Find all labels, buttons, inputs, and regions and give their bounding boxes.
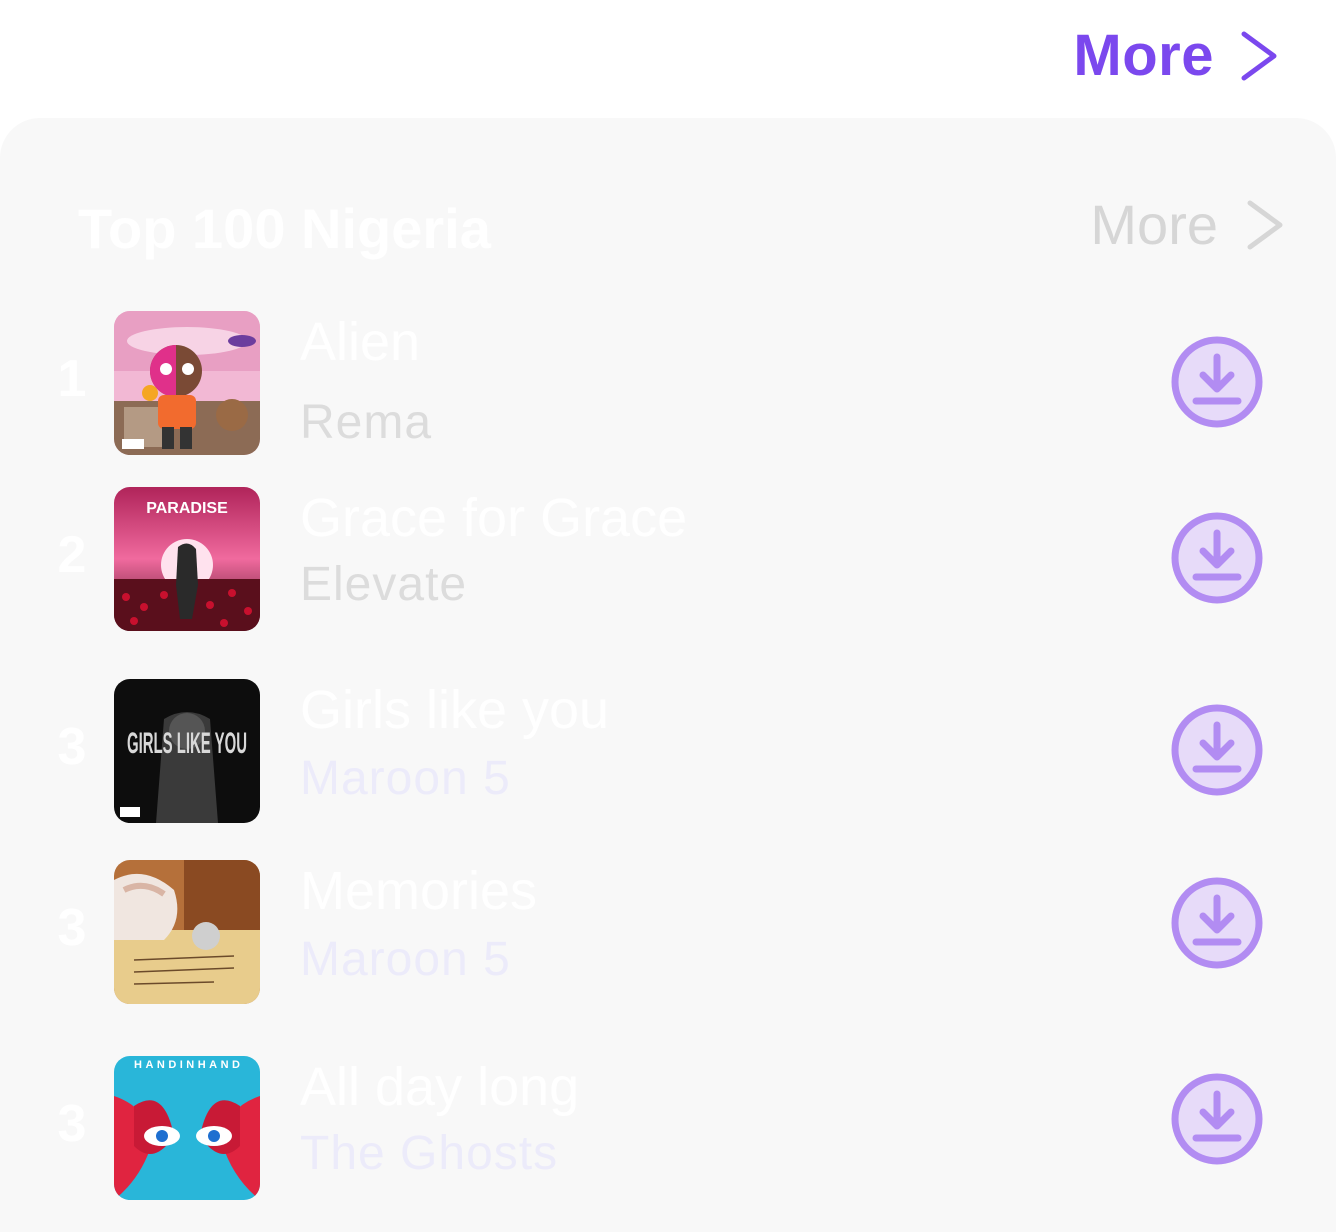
- download-button[interactable]: [1170, 1072, 1264, 1166]
- download-circle-icon: [1171, 877, 1263, 969]
- top-100-card: Top 100 Nigeria More 1 Alien Rema 2 PARA…: [0, 118, 1336, 1232]
- section-more-label: More: [1090, 193, 1218, 256]
- download-button[interactable]: [1170, 876, 1264, 970]
- track-artist: Maroon 5: [300, 933, 511, 986]
- section-more-link[interactable]: More: [1090, 192, 1284, 257]
- chevron-right-icon: [1240, 31, 1278, 81]
- album-art-text: GIRLS LIKE YOU: [127, 727, 247, 760]
- track-row[interactable]: 3 HANDINHAND All day long The Ghosts: [0, 1056, 1336, 1202]
- track-row[interactable]: 3 Memories Maroon 5: [0, 860, 1336, 1006]
- album-art-text: HANDINHAND: [134, 1059, 240, 1071]
- track-title: Grace for Grace: [300, 488, 688, 548]
- track-rank: 3: [57, 718, 87, 776]
- chevron-right-icon: [1246, 200, 1284, 250]
- download-button[interactable]: [1170, 703, 1264, 797]
- track-title: Alien: [300, 312, 421, 372]
- track-rank: 1: [57, 350, 87, 408]
- download-circle-icon: [1171, 512, 1263, 604]
- track-artist: Elevate: [300, 558, 468, 611]
- download-button[interactable]: [1170, 511, 1264, 605]
- download-circle-icon: [1171, 1073, 1263, 1165]
- album-art: GIRLS LIKE YOU: [114, 679, 260, 823]
- album-art: [114, 311, 260, 455]
- track-title: Girls like you: [300, 680, 610, 740]
- album-art: [114, 860, 260, 1004]
- track-row[interactable]: 1 Alien Rema: [0, 311, 1336, 457]
- album-art: PARADISE: [114, 487, 260, 631]
- track-artist: The Ghosts: [300, 1127, 559, 1180]
- track-title: Memories: [300, 861, 538, 921]
- section-title: Top 100 Nigeria: [78, 197, 491, 260]
- download-button[interactable]: [1170, 335, 1264, 429]
- track-rank: 3: [57, 899, 87, 957]
- album-art: HANDINHAND: [114, 1056, 260, 1200]
- track-rank: 3: [57, 1095, 87, 1153]
- download-circle-icon: [1171, 704, 1263, 796]
- download-circle-icon: [1171, 336, 1263, 428]
- track-title: All day long: [300, 1057, 580, 1117]
- header-more-label: More: [1073, 23, 1214, 88]
- track-row[interactable]: 2 PARADISE Grace for Grace Elevate: [0, 487, 1336, 633]
- track-row[interactable]: 3 GIRLS LIKE YOU Girls like you Maroon 5: [0, 679, 1336, 825]
- track-artist: Rema: [300, 396, 433, 449]
- header-more-link[interactable]: More: [1073, 22, 1278, 89]
- track-artist: Maroon 5: [300, 752, 511, 805]
- album-art-text: PARADISE: [146, 500, 228, 517]
- track-rank: 2: [57, 526, 87, 584]
